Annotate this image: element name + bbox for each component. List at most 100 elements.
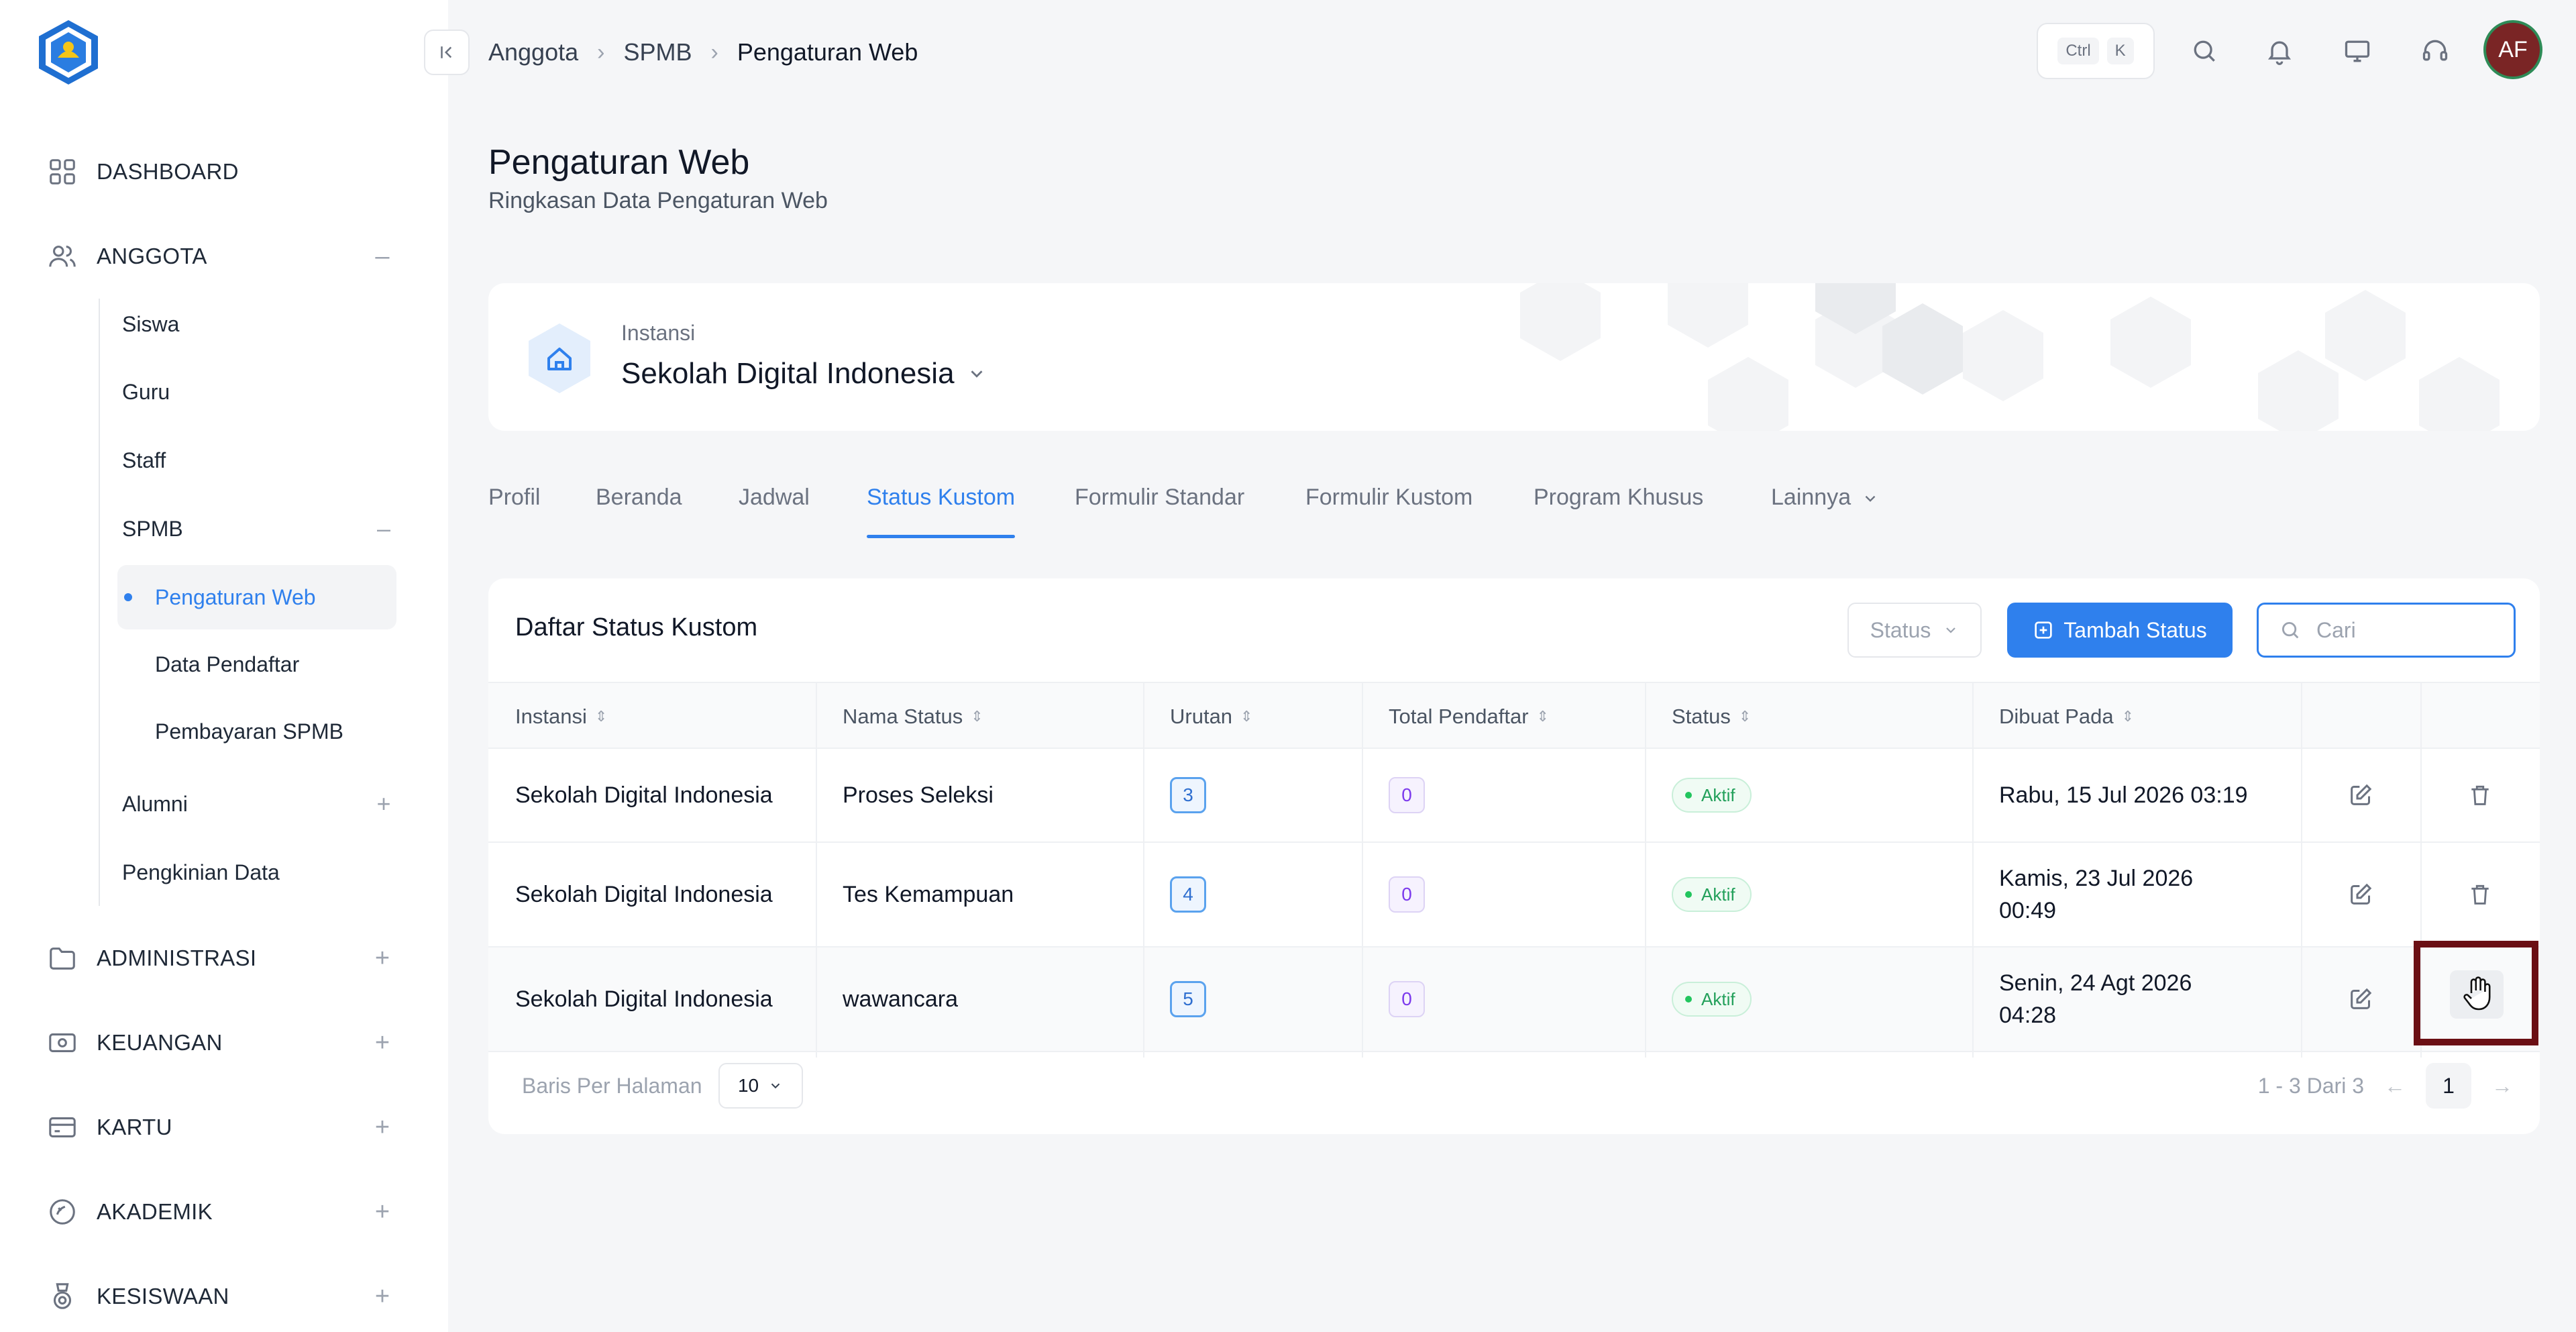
search-input[interactable]	[2315, 617, 2503, 644]
sort-icon[interactable]: ⇕	[595, 708, 607, 725]
sidebar-item-label: AKADEMIK	[97, 1199, 213, 1224]
expand-toggle[interactable]: +	[370, 790, 397, 818]
tab-beranda[interactable]: Beranda	[596, 484, 682, 538]
hexagon-pattern	[1520, 283, 2500, 431]
tab-profil[interactable]: Profil	[488, 484, 540, 538]
column-header-dibuat-pada[interactable]: Dibuat Pada ⇕	[1999, 683, 2134, 750]
sort-icon[interactable]: ⇕	[971, 708, 983, 725]
search-field[interactable]	[2257, 603, 2516, 658]
tab-formulir-standar[interactable]: Formulir Standar	[1075, 484, 1244, 538]
sidebar-item-label: KESISWAAN	[97, 1284, 229, 1309]
collapse-icon	[441, 46, 452, 58]
table-row: Sekolah Digital Indonesia wawancara 5 0 …	[488, 947, 2540, 1052]
trash-icon[interactable]	[2420, 749, 2540, 841]
sidebar: DASHBOARD ANGGOTA – Siswa Guru Staff SPM…	[0, 0, 448, 1332]
sidebar-item-label: Pengkinian Data	[122, 860, 280, 884]
collapse-toggle[interactable]: –	[369, 242, 396, 271]
command-shortcut[interactable]: Ctrl K	[2037, 23, 2155, 79]
sidebar-item-akademik[interactable]: AKADEMIK +	[47, 1192, 396, 1232]
sidebar-item-keuangan[interactable]: KEUANGAN +	[47, 1023, 396, 1063]
sidebar-item-administrasi[interactable]: ADMINISTRASI +	[47, 938, 396, 978]
sort-icon[interactable]: ⇕	[1739, 708, 1751, 725]
column-header-urutan[interactable]: Urutan ⇕	[1170, 683, 1252, 750]
avatar[interactable]: AF	[2483, 20, 2542, 79]
status-label: Aktif	[1701, 784, 1735, 805]
sidebar-item-pembayaran-spmb[interactable]: Pembayaran SPMB	[117, 699, 396, 764]
add-status-button[interactable]: Tambah Status	[2007, 603, 2233, 658]
money-icon	[47, 1027, 78, 1058]
column-divider	[816, 682, 817, 1058]
sidebar-item-siswa[interactable]: Siswa	[122, 305, 397, 343]
status-label: Aktif	[1701, 988, 1735, 1009]
breadcrumb: Anggota › SPMB › Pengaturan Web	[488, 35, 918, 70]
expand-toggle[interactable]: +	[369, 1029, 396, 1058]
headset-icon[interactable]	[2418, 34, 2453, 68]
sidebar-item-label: Alumni	[122, 791, 188, 816]
sidebar-item-label: Pembayaran SPMB	[155, 719, 344, 744]
sidebar-item-data-pendaftar[interactable]: Data Pendaftar	[117, 632, 396, 697]
cell-dibuat-pada: Rabu, 15 Jul 2026 03:19	[1999, 749, 2248, 841]
tab-jadwal[interactable]: Jadwal	[739, 484, 810, 538]
date-line: Kamis, 23 Jul 2026	[1999, 866, 2194, 891]
edit-icon[interactable]	[2301, 947, 2420, 1051]
chevron-right-icon: ›	[597, 39, 605, 65]
chevron-down-icon	[1946, 627, 1956, 633]
sort-icon[interactable]: ⇕	[1240, 708, 1252, 725]
search-icon[interactable]	[2187, 34, 2222, 68]
column-header-instansi[interactable]: Instansi ⇕	[515, 683, 607, 750]
sort-icon[interactable]: ⇕	[1537, 708, 1549, 725]
expand-toggle[interactable]: +	[369, 1198, 396, 1227]
delete-button[interactable]	[2450, 970, 2504, 1019]
trash-icon[interactable]	[2420, 843, 2540, 946]
status-table-card: Daftar Status Kustom Status Tambah Statu…	[488, 578, 2540, 1134]
prev-page-icon[interactable]: ←	[2384, 1074, 2406, 1098]
sidebar-item-pengkinian-data[interactable]: Pengkinian Data	[122, 854, 397, 891]
expand-toggle[interactable]: +	[369, 1113, 396, 1142]
expand-toggle[interactable]: +	[369, 944, 396, 973]
collapse-toggle[interactable]: –	[370, 515, 397, 543]
chevron-right-icon: ›	[710, 39, 718, 65]
next-page-icon[interactable]: →	[2491, 1074, 2513, 1098]
instansi-select[interactable]: Sekolah Digital Indonesia	[621, 357, 987, 391]
sidebar-item-label: KEUANGAN	[97, 1030, 223, 1055]
column-divider	[1143, 682, 1144, 1058]
tab-status-kustom[interactable]: Status Kustom	[867, 484, 1016, 538]
cell-instansi: Sekolah Digital Indonesia	[515, 881, 773, 907]
sidebar-item-staff[interactable]: Staff	[122, 442, 397, 479]
sort-icon[interactable]: ⇕	[2122, 708, 2134, 725]
sidebar-item-spmb[interactable]: SPMB –	[122, 510, 397, 548]
breadcrumb-item[interactable]: SPMB	[623, 38, 692, 66]
sidebar-item-dashboard[interactable]: DASHBOARD	[47, 152, 396, 192]
sidebar-item-pengaturan-web[interactable]: Pengaturan Web	[117, 565, 396, 629]
status-filter-select[interactable]: Status	[1847, 603, 1982, 658]
tab-lainnya[interactable]: Lainnya	[1771, 484, 1879, 538]
bell-icon[interactable]	[2262, 34, 2297, 68]
sidebar-item-alumni[interactable]: Alumni +	[122, 785, 397, 823]
edit-icon[interactable]	[2301, 749, 2420, 841]
expand-toggle[interactable]: +	[369, 1282, 396, 1311]
collapse-sidebar-button[interactable]	[424, 30, 470, 75]
breadcrumb-item[interactable]: Anggota	[488, 38, 578, 66]
urutan-badge: 3	[1170, 777, 1206, 813]
edit-icon[interactable]	[2301, 843, 2420, 946]
monitor-icon[interactable]	[2340, 34, 2375, 68]
status-filter-value: Status	[1870, 617, 1931, 642]
sidebar-item-label: ANGGOTA	[97, 244, 207, 268]
rows-per-page-value: 10	[737, 1075, 759, 1096]
sidebar-item-guru[interactable]: Guru	[122, 373, 397, 411]
sidebar-item-kesiswaan[interactable]: KESISWAAN +	[47, 1276, 396, 1317]
app-logo[interactable]	[34, 17, 103, 87]
column-divider	[1362, 682, 1363, 1058]
sidebar-item-kartu[interactable]: KARTU +	[47, 1107, 396, 1147]
column-header-status[interactable]: Status ⇕	[1672, 683, 1751, 750]
rows-per-page-select[interactable]: 10	[718, 1063, 803, 1109]
add-status-label: Tambah Status	[2063, 617, 2207, 642]
tab-program-khusus[interactable]: Program Khusus	[1534, 484, 1703, 538]
column-header-total-pendaftar[interactable]: Total Pendaftar ⇕	[1389, 683, 1549, 750]
column-header-nama-status[interactable]: Nama Status ⇕	[843, 683, 983, 750]
search-icon	[2282, 621, 2299, 639]
page-title: Pengaturan Web	[488, 143, 750, 182]
sidebar-item-anggota[interactable]: ANGGOTA –	[47, 236, 396, 276]
tab-formulir-kustom[interactable]: Formulir Kustom	[1305, 484, 1472, 538]
page-button[interactable]: 1	[2426, 1063, 2471, 1109]
